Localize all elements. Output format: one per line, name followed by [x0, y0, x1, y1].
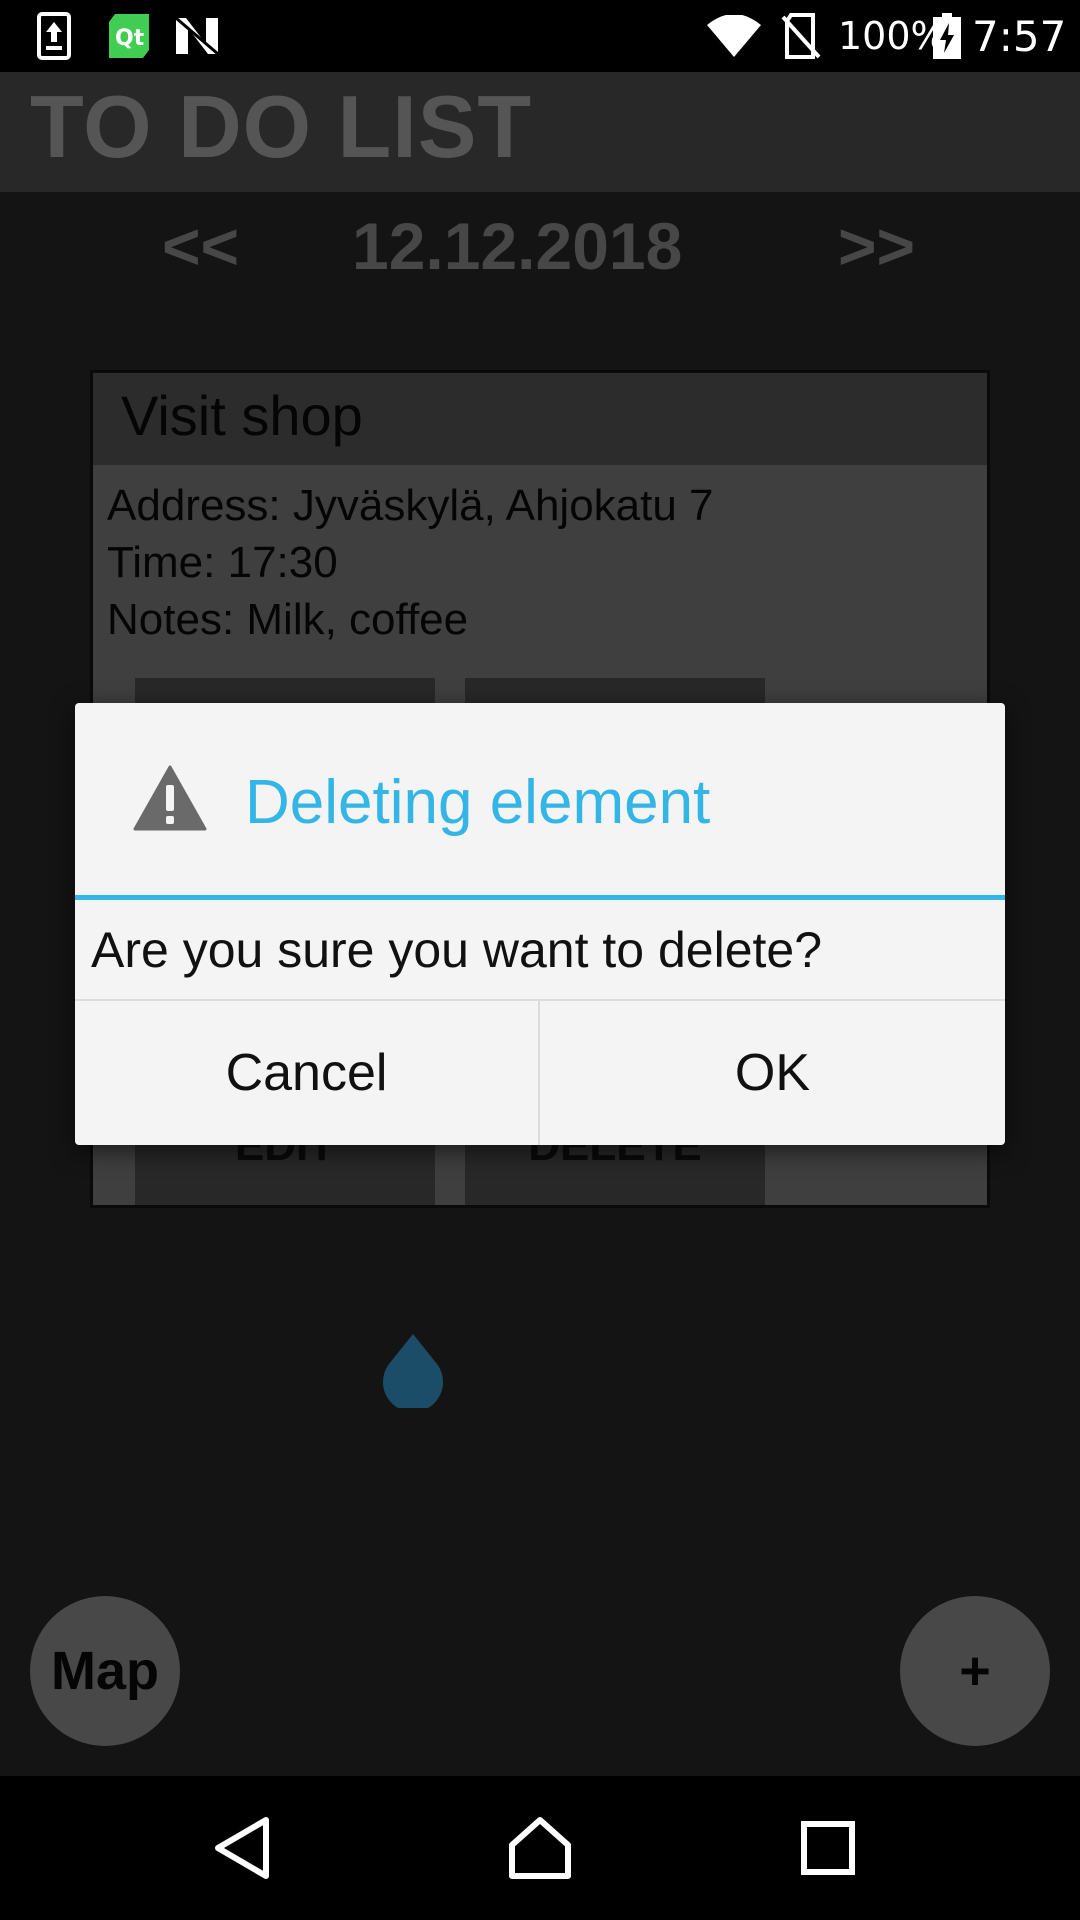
app-header: TO DO LIST — [0, 72, 1080, 192]
delete-button-label: DELETE — [528, 1145, 702, 1170]
recents-icon[interactable] — [788, 1812, 868, 1884]
current-date: 12.12.2018 — [352, 209, 683, 283]
add-task-button[interactable]: + — [900, 1596, 1050, 1746]
map-button[interactable]: Map — [30, 1596, 180, 1746]
warning-icon — [133, 765, 207, 831]
task-time: Time: 17:30 — [107, 538, 338, 587]
edit-button[interactable]: EDIT — [135, 1145, 435, 1205]
dialog-button-row: Cancel OK — [75, 999, 1005, 1145]
dialog-message: Are you sure you want to delete? — [91, 922, 823, 978]
ok-button[interactable]: OK — [540, 1001, 1005, 1145]
cancel-button[interactable]: Cancel — [75, 1001, 540, 1145]
task-notes: Notes: Milk, coffee — [107, 595, 469, 644]
task-card-header: Visit shop — [93, 373, 987, 465]
system-nav-bar — [0, 1776, 1080, 1920]
battery-percent: 100% — [838, 14, 947, 58]
next-day-button[interactable]: >> — [838, 208, 915, 284]
svg-text:Qt: Qt — [115, 26, 145, 51]
dialog-divider — [75, 895, 1005, 900]
delete-button[interactable]: DELETE — [465, 1145, 765, 1205]
back-icon[interactable] — [202, 1812, 282, 1884]
task-address: Address: Jyväskylä, Ahjokatu 7 — [107, 481, 714, 530]
qt-app-icon: Qt — [108, 12, 150, 60]
upload-notification-icon — [34, 12, 74, 60]
edit-button-label: EDIT — [234, 1145, 336, 1170]
date-navigation: << 12.12.2018 >> — [0, 208, 1080, 298]
task-title: Visit shop — [121, 384, 363, 447]
previous-day-button[interactable]: << — [162, 208, 239, 284]
delete-confirmation-dialog: Deleting element Are you sure you want t… — [75, 703, 1005, 1145]
no-sim-icon — [780, 12, 822, 60]
app-title: TO DO LIST — [30, 77, 533, 176]
busy-indicator-icon — [383, 1334, 443, 1412]
battery-charging-icon — [932, 12, 962, 60]
dialog-title: Deleting element — [245, 768, 711, 837]
clock: 7:57 — [972, 12, 1067, 61]
status-bar: Qt 100% 7:57 — [0, 0, 1080, 72]
n-app-icon — [174, 12, 220, 60]
home-icon[interactable] — [500, 1812, 580, 1884]
wifi-icon — [706, 12, 762, 60]
